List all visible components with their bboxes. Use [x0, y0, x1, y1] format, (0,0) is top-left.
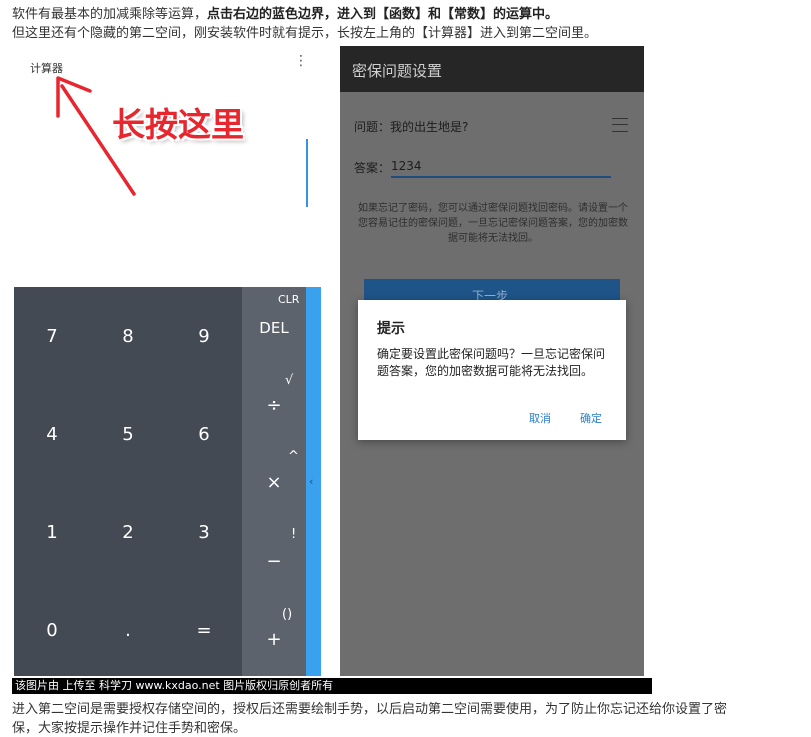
confirm-dialog: 提示 确定要设置此密保问题吗？一旦忘记密保问题答案，您的加密数据可能将无法找回。… [358, 300, 626, 440]
key-power[interactable]: ^ [288, 449, 299, 464]
annotation-long-press: 长按这里 [112, 105, 244, 144]
cancel-button[interactable]: 取消 [529, 410, 551, 426]
answer-underline [391, 176, 611, 178]
intro-line-1: 软件有最基本的加减乘除等运算，点击右边的蓝色边界，进入到【函数】和【常数】的运算… [12, 3, 558, 22]
confirm-button[interactable]: 确定 [580, 410, 602, 426]
calculator-display: 计算器 ⋮ 长按这里 [14, 46, 321, 287]
key-6[interactable]: 6 [166, 385, 242, 483]
key-delete[interactable]: DEL [242, 319, 306, 337]
security-question-screenshot: 密保问题设置 问题：我的出生地是? 答案： 1234 如果忘记了密码，您可以通过… [340, 46, 644, 676]
intro-bold-text: 点击右边的蓝色边界，进入到【函数】和【常数】的运算中。 [207, 7, 559, 22]
dialog-title: 提示 [377, 321, 405, 337]
question-label: 问题：我的出生地是? [354, 120, 469, 134]
hint-text: 如果忘记了密码，您可以通过密保问题找回密码。请设置一个您容易记住的密保问题，一旦… [358, 203, 628, 244]
key-8[interactable]: 8 [90, 287, 166, 385]
key-parentheses[interactable]: () [282, 607, 292, 622]
key-1[interactable]: 1 [14, 483, 90, 581]
key-5[interactable]: 5 [90, 385, 166, 483]
key-decimal[interactable]: . [90, 581, 166, 676]
key-divide[interactable]: ÷ [242, 395, 306, 416]
chevron-left-icon: ‹ [309, 475, 314, 488]
key-subtract[interactable]: − [242, 551, 306, 572]
key-0[interactable]: 0 [14, 581, 90, 676]
answer-label: 答案： [354, 161, 391, 175]
key-3[interactable]: 3 [166, 483, 242, 581]
screen-title: 密保问题设置 [352, 62, 443, 80]
calculator-screenshot: 计算器 ⋮ 长按这里 7 8 9 4 5 6 1 2 3 0 . = CLR D… [14, 46, 321, 676]
key-add[interactable]: + [242, 629, 306, 650]
image-caption: 该图片由 上传至 科学刀 www.kxdao.net 图片版权归原创者所有 [12, 678, 652, 694]
red-arrow-icon [56, 76, 136, 196]
operator-pad: CLR DEL √ ÷ ^ × ! − () + [242, 287, 306, 676]
dialog-message: 确定要设置此密保问题吗？一旦忘记密保问题答案，您的加密数据可能将无法找回。 [377, 347, 606, 378]
key-factorial[interactable]: ! [291, 527, 296, 542]
key-4[interactable]: 4 [14, 385, 90, 483]
advanced-panel-edge[interactable]: ‹ [306, 287, 321, 676]
app-bar: 密保问题设置 [340, 46, 644, 92]
intro-line-2: 但这里还有个隐藏的第二空间，刚安装软件时就有提示，长按左上角的【计算器】进入到第… [12, 26, 598, 41]
question-list-icon[interactable] [612, 118, 628, 132]
key-sqrt[interactable]: √ [285, 373, 293, 388]
key-clear[interactable]: CLR [278, 293, 299, 306]
key-9[interactable]: 9 [166, 287, 242, 385]
key-multiply[interactable]: × [242, 472, 306, 493]
outro-line-2: 保，大家按提示操作并记住手势和密保。 [12, 721, 247, 736]
key-7[interactable]: 7 [14, 287, 90, 385]
digit-pad: 7 8 9 4 5 6 1 2 3 0 . = [14, 287, 242, 676]
answer-input[interactable]: 1234 [391, 159, 422, 173]
intro-plain-text: 软件有最基本的加减乘除等运算， [12, 7, 208, 22]
outro-line-1: 进入第二空间是需要授权存储空间的，授权后还需要绘制手势，以后启动第二空间需要使用… [12, 702, 728, 717]
key-equals[interactable]: = [166, 581, 242, 676]
key-2[interactable]: 2 [90, 483, 166, 581]
